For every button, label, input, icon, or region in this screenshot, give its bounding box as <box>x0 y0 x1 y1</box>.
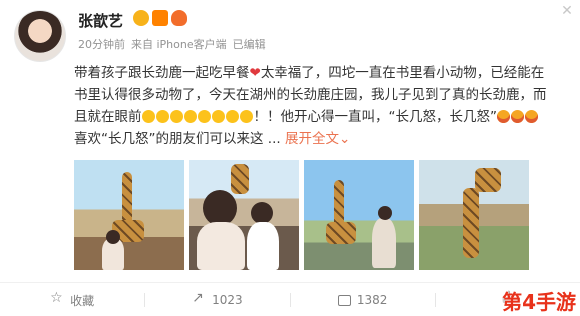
favorite-button[interactable]: 收藏 <box>0 284 144 316</box>
chevron-down-icon: ⌄ <box>338 131 351 147</box>
action-bar: 收藏 1023 1382 <box>0 284 580 316</box>
crown-icon[interactable] <box>152 10 168 26</box>
vip-icon[interactable] <box>133 10 149 26</box>
share-button[interactable]: 1023 <box>145 284 289 316</box>
heart-icon: ❤ <box>249 65 261 81</box>
edited-label[interactable]: 已编辑 <box>233 36 266 52</box>
share-icon <box>192 290 206 307</box>
emoji-icon <box>239 110 253 123</box>
bulb-icon[interactable] <box>171 10 187 26</box>
avatar[interactable] <box>14 10 66 62</box>
comment-button[interactable]: 1382 <box>291 284 435 316</box>
giraffe-shape <box>326 222 356 244</box>
giraffe-shape <box>231 164 249 194</box>
photo-thumbnail[interactable] <box>419 160 529 270</box>
child-shape <box>247 222 279 270</box>
person-shape <box>372 218 396 268</box>
comment-icon <box>337 294 351 306</box>
actions-divider <box>0 282 580 283</box>
emoji-icon <box>183 110 197 123</box>
giraffe-shape <box>122 172 132 227</box>
site-watermark: 第4手游 <box>502 290 576 314</box>
woman-head-shape <box>203 190 237 226</box>
emoji-icon <box>511 110 524 123</box>
star-icon <box>50 290 64 307</box>
post-meta: 20分钟前 来自 iPhone客户端 已编辑 <box>78 36 266 52</box>
photo-thumbnail[interactable] <box>74 160 184 270</box>
emoji-icon <box>141 110 155 123</box>
emoji-icon <box>169 110 183 123</box>
text-line: 带着孩子跟长劲鹿一起吃早餐❤太幸福了，四坨一直在书里看小动物，已经能在 <box>74 65 545 81</box>
photo-thumbnail[interactable] <box>189 160 299 270</box>
emoji-icon <box>211 110 225 123</box>
user-badges <box>133 10 187 26</box>
username[interactable]: 张歆艺 <box>78 10 123 31</box>
emoji-icon <box>155 110 169 123</box>
person-head-shape <box>378 206 392 220</box>
photo-thumbnail[interactable] <box>304 160 414 270</box>
child-head-shape <box>106 230 120 244</box>
emoji-icon <box>197 110 211 123</box>
photo-grid <box>74 160 529 270</box>
text-line: 书里认得很多动物了，今天在湖州的长劲鹿庄园，我儿子见到了真的长劲鹿，而 <box>74 87 547 103</box>
post-source: 来自 iPhone客户端 <box>131 38 227 51</box>
text-line: 喜欢“长几怒”的朋友们可以来这 ... 展开全文⌄ <box>74 131 351 147</box>
text-line: 且就在眼前 ！！他开心得一直叫，“长几怒，长几怒” <box>74 106 574 128</box>
emoji-row <box>141 109 254 125</box>
close-icon[interactable]: ✕ <box>556 0 578 22</box>
giraffe-shape <box>463 188 479 258</box>
giraffe-shape <box>475 168 501 192</box>
weibo-post: 张歆艺 20分钟前 来自 iPhone客户端 已编辑 带着孩子跟长劲鹿一起吃早餐… <box>0 0 580 316</box>
child-head-shape <box>251 202 273 224</box>
emoji-icon <box>225 110 239 123</box>
emoji-icon <box>497 110 510 123</box>
post-text: 带着孩子跟长劲鹿一起吃早餐❤太幸福了，四坨一直在书里看小动物，已经能在 书里认得… <box>74 62 574 150</box>
post-time[interactable]: 20分钟前 <box>78 36 125 52</box>
expand-link[interactable]: 展开全文⌄ <box>285 131 350 147</box>
woman-shape <box>197 222 245 270</box>
emoji-icon <box>525 110 538 123</box>
